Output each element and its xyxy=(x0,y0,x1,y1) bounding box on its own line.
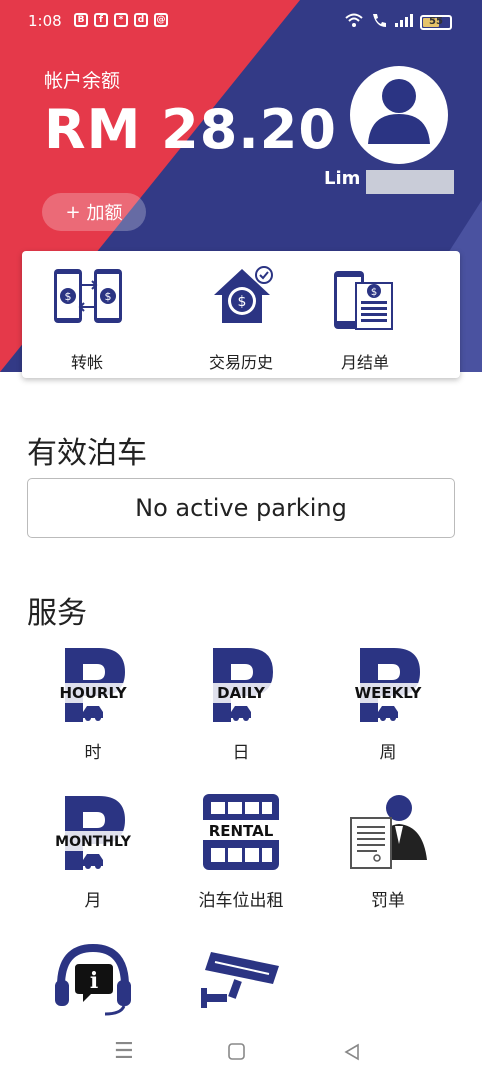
summons-icon xyxy=(350,795,427,869)
parking-p-icon: WEEKLY xyxy=(348,648,428,722)
active-parking-title: 有效泊车 xyxy=(27,436,147,471)
status-right: 55 xyxy=(344,12,452,32)
hourly-badge: HOURLY xyxy=(59,684,127,702)
svg-text:$: $ xyxy=(238,294,247,310)
transaction-history-button[interactable]: $ 交易历史 xyxy=(186,251,296,378)
cctv-icon xyxy=(201,952,279,1008)
facebook-icon: f xyxy=(94,13,108,27)
transaction-history-label: 交易历史 xyxy=(208,353,273,372)
parking-p-icon: MONTHLY xyxy=(53,796,133,870)
menu-icon[interactable]: ☰ xyxy=(114,1039,134,1064)
rental-badge: RENTAL xyxy=(209,822,274,840)
avatar[interactable] xyxy=(350,66,448,164)
service-hourly[interactable]: HOURLY 时 xyxy=(28,640,158,780)
services-title: 服务 xyxy=(27,596,87,631)
app-screen: 1:08 B f * d @ 55 帐户余额 RM 28.20 + 加额 Lim… xyxy=(0,0,482,1080)
balance-label: 帐户余额 xyxy=(44,70,121,92)
no-active-parking-text: No active parking xyxy=(135,494,347,522)
transfer-label: 转帐 xyxy=(70,353,103,372)
parking-p-icon: DAILY xyxy=(201,648,281,722)
back-icon[interactable] xyxy=(343,1039,361,1067)
signal-icon xyxy=(394,12,414,32)
svg-text:$: $ xyxy=(371,287,377,298)
monthly-statement-label: 月结单 xyxy=(340,353,389,372)
support-icon: i xyxy=(55,943,131,1016)
user-name: Lim xyxy=(324,168,361,189)
app-b-icon: B xyxy=(74,13,88,27)
notification-icons: B f * d @ xyxy=(74,13,168,27)
status-bar: 1:08 B f * d @ 55 xyxy=(0,0,482,42)
app-at-icon: @ xyxy=(154,13,168,27)
service-monthly[interactable]: MONTHLY 月 xyxy=(28,788,158,928)
monthly-badge: MONTHLY xyxy=(55,834,132,850)
weekly-badge: WEEKLY xyxy=(355,684,423,702)
parking-p-icon: HOURLY xyxy=(53,648,133,722)
daily-badge: DAILY xyxy=(217,684,266,702)
service-hourly-label: 时 xyxy=(84,743,102,763)
home-square-icon[interactable] xyxy=(228,1039,246,1067)
service-monthly-label: 月 xyxy=(84,891,102,911)
service-daily[interactable]: DAILY 日 xyxy=(176,640,306,780)
plus-icon: + xyxy=(65,201,81,223)
tiktok-icon: d xyxy=(134,13,148,27)
system-nav-bar: ☰ xyxy=(0,1025,482,1080)
svg-text:$: $ xyxy=(65,290,72,303)
status-time: 1:08 xyxy=(28,12,62,30)
service-daily-label: 日 xyxy=(232,743,250,763)
wifi-icon xyxy=(344,12,364,32)
transfer-button[interactable]: $ $ 转帐 xyxy=(32,251,142,378)
top-up-button[interactable]: + 加额 xyxy=(42,193,146,231)
user-avatar-icon xyxy=(368,79,430,144)
service-rental-label: 泊车位出租 xyxy=(198,891,284,911)
call-icon xyxy=(370,12,388,32)
monthly-statement-icon: $ xyxy=(334,271,393,330)
service-summons[interactable]: 罚单 xyxy=(323,788,453,928)
service-rental[interactable]: RENTAL 泊车位出租 xyxy=(176,788,306,928)
transfer-icon: $ $ xyxy=(54,269,122,323)
redacted-name-block xyxy=(366,170,454,194)
top-up-label: 加额 xyxy=(86,203,123,224)
rental-icon: RENTAL xyxy=(203,794,279,870)
balance-value: RM 28.20 xyxy=(44,98,337,161)
monthly-statement-button[interactable]: $ 月结单 xyxy=(310,251,420,378)
app-star-icon: * xyxy=(114,13,128,27)
battery-level: 55 xyxy=(429,15,443,27)
active-parking-card[interactable]: No active parking xyxy=(27,478,455,538)
service-weekly[interactable]: WEEKLY 周 xyxy=(323,640,453,780)
battery-icon: 55 xyxy=(420,14,452,30)
quick-actions-card: $ $ 转帐 $ 交易历史 $ 月结单 xyxy=(22,251,460,378)
svg-text:i: i xyxy=(90,968,98,994)
service-summons-label: 罚单 xyxy=(371,891,405,911)
transaction-history-icon: $ xyxy=(214,266,273,323)
svg-text:$: $ xyxy=(105,290,112,303)
service-weekly-label: 周 xyxy=(379,743,397,763)
